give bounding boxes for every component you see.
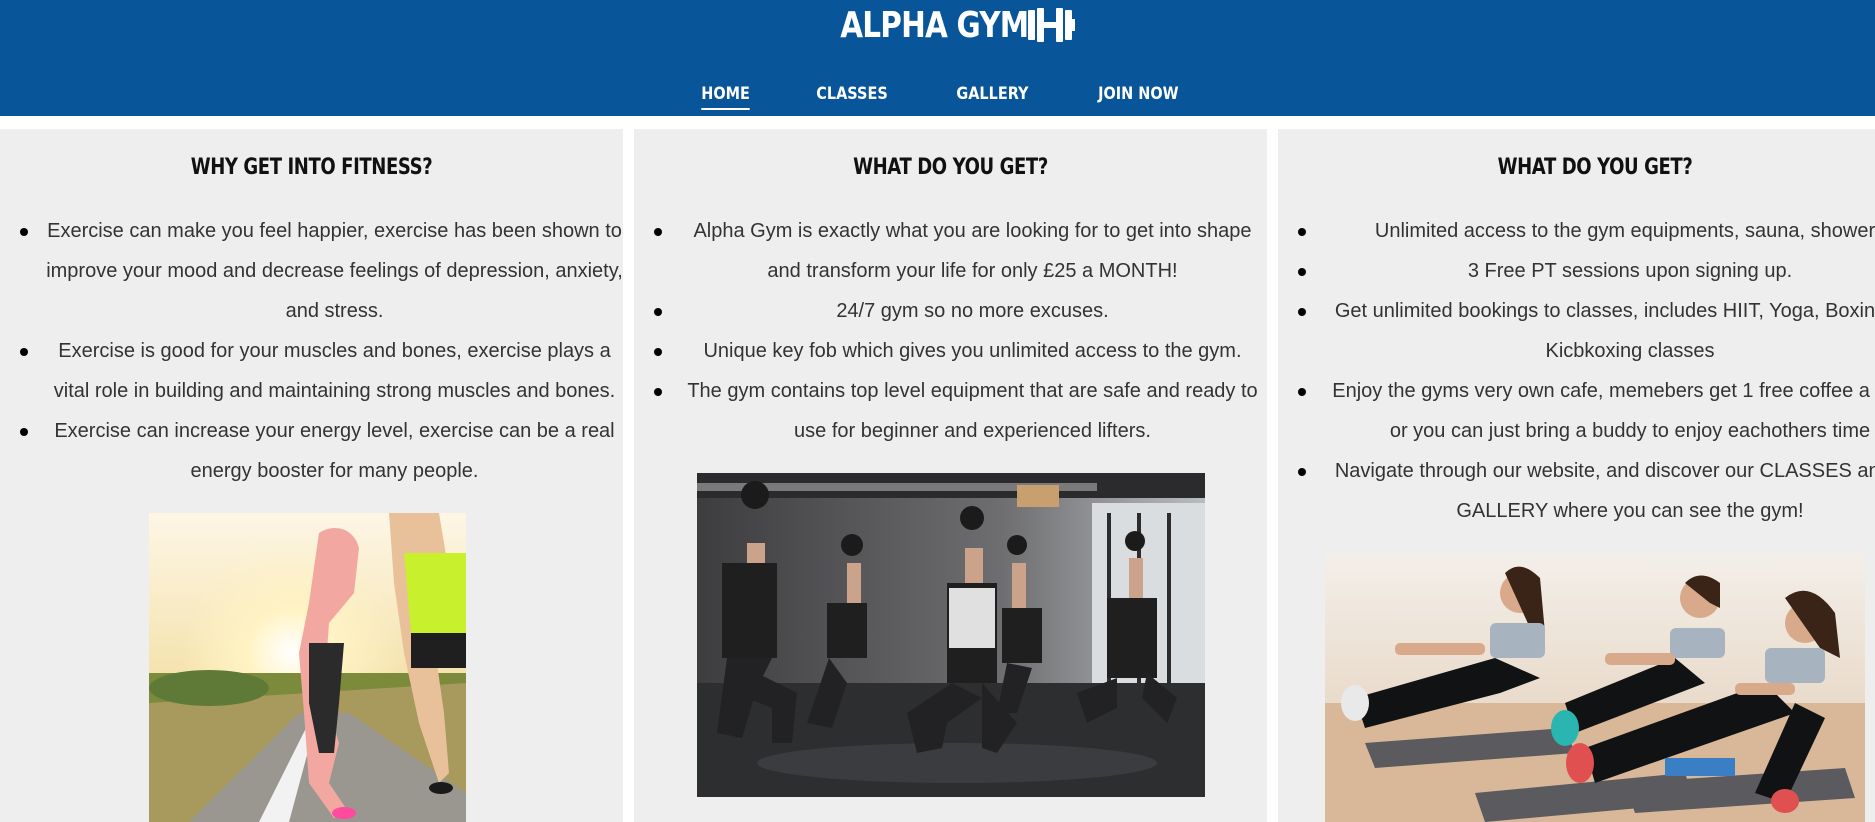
list-item: 3 Free PT sessions upon signing up.	[1296, 251, 1875, 291]
list-item: Navigate through our website, and discov…	[1296, 451, 1875, 531]
site-header: ALPHA GYM HOME CLASSES GALLERY JOIN NOW	[0, 0, 1875, 116]
list-item: The gym contains top level equipment tha…	[652, 371, 1265, 451]
dumbbell-icon	[1020, 5, 1076, 45]
nav-classes[interactable]: CLASSES	[817, 80, 888, 110]
list-item: 24/7 gym so no more excuses.	[652, 291, 1265, 331]
benefits-list: Alpha Gym is exactly what you are lookin…	[652, 211, 1265, 451]
card-title: WHY GET INTO FITNESS?	[190, 155, 433, 180]
medicine-ball-class-photo	[697, 473, 1205, 797]
card-title: WHAT DO YOU GET?	[1497, 155, 1693, 180]
main-nav: HOME CLASSES GALLERY JOIN NOW	[0, 80, 1875, 116]
brand-name: ALPHA GYM	[840, 4, 1029, 46]
list-item: Exercise is good for your muscles and bo…	[18, 331, 623, 411]
benefits-list: Exercise can make you feel happier, exer…	[18, 211, 623, 491]
list-item: Alpha Gym is exactly what you are lookin…	[652, 211, 1265, 291]
site-logo[interactable]: ALPHA GYM	[0, 0, 1875, 50]
list-item: Unique key fob which gives you unlimited…	[652, 331, 1265, 371]
list-item: Unlimited access to the gym equipments, …	[1296, 211, 1875, 251]
perks-card: WHAT DO YOU GET? Unlimited access to the…	[1278, 129, 1875, 822]
membership-benefits-card: WHAT DO YOU GET? Alpha Gym is exactly wh…	[634, 129, 1267, 822]
card-title: WHAT DO YOU GET?	[853, 155, 1048, 180]
runners-photo	[149, 513, 466, 822]
list-item: Exercise can make you feel happier, exer…	[18, 211, 623, 331]
perks-list: Unlimited access to the gym equipments, …	[1296, 211, 1875, 531]
nav-gallery[interactable]: GALLERY	[957, 80, 1029, 110]
nav-join-now[interactable]: JOIN NOW	[1098, 80, 1178, 110]
fitness-benefits-card: WHY GET INTO FITNESS? Exercise can make …	[0, 129, 623, 822]
list-item: Get unlimited bookings to classes, inclu…	[1296, 291, 1875, 371]
nav-home[interactable]: HOME	[701, 80, 751, 110]
list-item: Exercise can increase your energy level,…	[18, 411, 623, 491]
fitness-class-photo	[1325, 553, 1865, 822]
list-item: Enjoy the gyms very own cafe, memebers g…	[1296, 371, 1875, 451]
